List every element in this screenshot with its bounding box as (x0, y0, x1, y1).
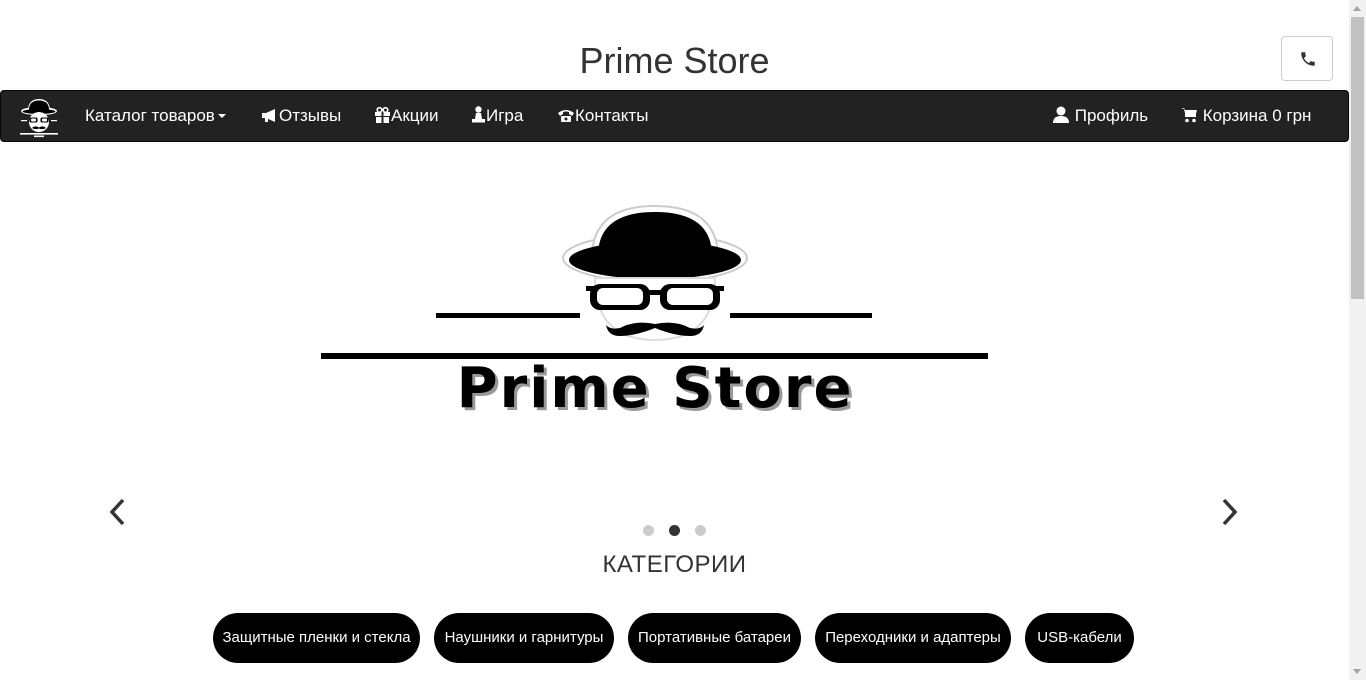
page-scrollbar[interactable] (1349, 0, 1366, 680)
scrollbar-thumb[interactable] (1351, 17, 1364, 299)
nav-reviews-label: Отзывы (279, 106, 342, 125)
scroll-down-arrow-icon[interactable] (1349, 663, 1366, 680)
category-button-adapters[interactable]: Переходники и адаптеры (815, 613, 1011, 663)
caret-down-icon (217, 114, 226, 118)
site-title: Prime Store (579, 40, 770, 81)
categories-title: КАТЕГОРИИ (602, 551, 747, 578)
carousel-prev-button[interactable] (98, 492, 138, 532)
carousel-indicators (640, 525, 710, 537)
carousel-indicator-2[interactable] (669, 525, 680, 536)
hero-carousel: Prime Store Prime Store (0, 142, 1349, 552)
nav-promotions[interactable]: Акции (374, 91, 439, 141)
gift-icon (374, 93, 391, 143)
chevron-right-icon (1222, 498, 1238, 526)
carousel-indicator-3[interactable] (695, 525, 706, 536)
chevron-left-icon (109, 498, 125, 526)
scroll-up-arrow-icon[interactable] (1349, 0, 1366, 17)
pawn-icon (471, 93, 486, 143)
phone-button[interactable] (1281, 36, 1333, 81)
category-button-headphones[interactable]: Наушники и гарнитуры (434, 613, 614, 663)
nav-game-label: Игра (486, 106, 524, 125)
hat-glasses-mustache-logo-icon (20, 99, 58, 138)
shopping-cart-icon (1181, 93, 1198, 143)
carousel-next-button[interactable] (1209, 492, 1249, 532)
nav-profile[interactable]: Профиль (1052, 91, 1148, 141)
hero-slide-logo: Prime Store Prime Store (310, 200, 1000, 435)
navbar-logo[interactable] (19, 97, 59, 138)
nav-contacts[interactable]: Контакты (557, 91, 648, 141)
svg-text:Prime Store: Prime Store (457, 356, 854, 421)
user-icon (1052, 93, 1070, 143)
phone-alt-icon (557, 93, 575, 143)
carousel-indicator-1[interactable] (643, 525, 654, 536)
nav-cart-label: Корзина 0 грн (1202, 106, 1312, 125)
phone-icon (1301, 52, 1315, 66)
nav-reviews[interactable]: Отзывы (261, 91, 341, 141)
nav-catalog-label: Каталог товаров (85, 106, 215, 125)
category-button-screen-protectors[interactable]: Защитные пленки и стекла (213, 613, 420, 663)
category-button-usb-cables[interactable]: USB-кабели (1025, 613, 1134, 663)
page: Prime Store Каталог товаров Отзывы Акции… (0, 0, 1349, 680)
nav-catalog-dropdown[interactable]: Каталог товаров (85, 91, 226, 141)
main-navbar: Каталог товаров Отзывы Акции Игра Контак… (0, 90, 1349, 142)
nav-contacts-label: Контакты (575, 106, 649, 125)
nav-promotions-label: Акции (391, 106, 439, 125)
megaphone-icon (261, 93, 279, 143)
nav-profile-label: Профиль (1074, 106, 1149, 125)
category-button-power-banks[interactable]: Портативные батареи (628, 613, 801, 663)
nav-game[interactable]: Игра (471, 91, 523, 141)
nav-cart[interactable]: Корзина 0 грн (1181, 91, 1311, 141)
